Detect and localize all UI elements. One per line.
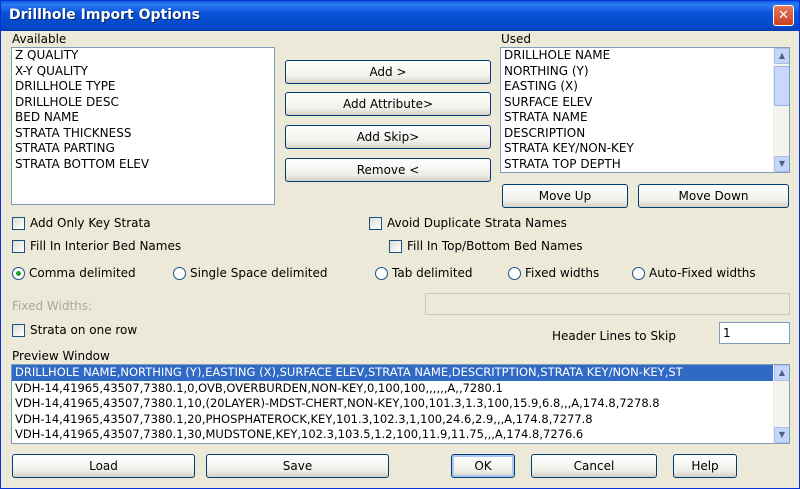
checkbox-icon <box>389 239 402 253</box>
scroll-up-icon[interactable]: ▲ <box>774 365 789 381</box>
list-item[interactable]: DESCRIPTION <box>501 126 773 142</box>
list-item[interactable]: Z QUALITY <box>12 48 274 64</box>
radio-auto-fixed-widths[interactable]: Auto-Fixed widths <box>632 266 756 280</box>
fill-interior-checkbox[interactable]: Fill In Interior Bed Names <box>12 239 181 253</box>
list-item[interactable]: STRATA BOTTOM ELEV <box>12 157 274 173</box>
radio-label: Auto-Fixed widths <box>649 266 756 280</box>
drillhole-import-dialog: Drillhole Import Options ✕ Available Z Q… <box>0 0 800 489</box>
list-item[interactable]: VDH-14,41965,43507,7380.1,30,MUDSTONE,KE… <box>12 427 773 443</box>
window-title: Drillhole Import Options <box>9 7 200 23</box>
checkbox-label: Avoid Duplicate Strata Names <box>387 216 567 230</box>
preview-listbox[interactable]: DRILLHOLE NAME,NORTHING (Y),EASTING (X),… <box>11 364 790 444</box>
radio-comma-delimited[interactable]: Comma delimited <box>12 266 136 280</box>
available-listbox[interactable]: Z QUALITY X-Y QUALITY DRILLHOLE TYPE DRILLH… <box>11 47 275 205</box>
checkbox-label: Fill In Interior Bed Names <box>30 239 182 253</box>
preview-window-label: Preview Window <box>12 349 110 363</box>
save-button[interactable]: Save <box>206 454 389 478</box>
list-item[interactable]: STRATA NAME <box>501 110 773 126</box>
scroll-down-icon[interactable]: ▼ <box>774 156 789 172</box>
ok-button[interactable]: OK <box>451 454 515 478</box>
cancel-button[interactable]: Cancel <box>531 454 657 478</box>
radio-label: Tab delimited <box>392 266 473 280</box>
help-button[interactable]: Help <box>673 454 737 478</box>
fixed-widths-input[interactable] <box>425 293 790 315</box>
list-item[interactable]: NORTHING (Y) <box>501 64 773 80</box>
radio-selected-icon <box>12 266 25 280</box>
checkbox-icon <box>369 216 382 230</box>
list-item[interactable]: STRATA PARTING <box>12 141 274 157</box>
radio-single-space[interactable]: Single Space delimited <box>173 266 327 280</box>
load-button[interactable]: Load <box>12 454 195 478</box>
radio-fixed-widths[interactable]: Fixed widths <box>508 266 599 280</box>
avoid-duplicate-checkbox[interactable]: Avoid Duplicate Strata Names <box>369 216 567 230</box>
fixed-widths-label: Fixed Widths: <box>12 299 93 313</box>
used-scrollbar[interactable]: ▲ ▼ <box>773 48 789 172</box>
preview-scrollbar[interactable]: ▲ ▼ <box>773 365 789 443</box>
checkbox-icon <box>12 323 25 337</box>
radio-label: Single Space delimited <box>190 266 328 280</box>
remove-button[interactable]: Remove < <box>285 158 491 182</box>
strata-one-row-checkbox[interactable]: Strata on one row <box>12 323 137 337</box>
available-label: Available <box>12 32 67 46</box>
list-item[interactable]: SURFACE ELEV <box>501 95 773 111</box>
header-lines-input[interactable]: 1 <box>719 322 790 344</box>
radio-label: Comma delimited <box>29 266 136 280</box>
radio-label: Fixed widths <box>525 266 600 280</box>
list-item[interactable]: STRATA KEY/NON-KEY <box>501 141 773 157</box>
list-item[interactable]: VDH-14,41965,43507,7380.1,20,PHOSPHATERO… <box>12 412 773 428</box>
list-item[interactable]: DRILLHOLE DESC <box>12 95 274 111</box>
checkbox-icon <box>12 239 25 253</box>
radio-icon <box>632 266 645 280</box>
used-label: Used <box>501 32 532 46</box>
move-up-button[interactable]: Move Up <box>502 184 628 208</box>
checkbox-label: Strata on one row <box>30 323 138 337</box>
list-item[interactable]: DRILLHOLE TYPE <box>12 79 274 95</box>
radio-icon <box>375 266 388 280</box>
list-item[interactable]: BED NAME <box>12 110 274 126</box>
list-item[interactable]: VDH-14,41965,43507,7380.1,0,OVB,OVERBURD… <box>12 381 773 397</box>
radio-tab-delimited[interactable]: Tab delimited <box>375 266 473 280</box>
add-only-key-strata-checkbox[interactable]: Add Only Key Strata <box>12 216 151 230</box>
list-item[interactable]: DRILLHOLE NAME <box>501 48 773 64</box>
list-item[interactable]: VDH-14,41965,43507,7380.1,10,(20LAYER)-M… <box>12 396 773 412</box>
radio-icon <box>173 266 186 280</box>
used-listbox[interactable]: DRILLHOLE NAME NORTHING (Y) EASTING (X) SUR… <box>500 47 790 173</box>
checkbox-label: Fill In Top/Bottom Bed Names <box>407 239 583 253</box>
list-item[interactable]: EASTING (X) <box>501 79 773 95</box>
add-attribute-button[interactable]: Add Attribute> <box>285 92 491 116</box>
fill-top-bottom-checkbox[interactable]: Fill In Top/Bottom Bed Names <box>389 239 583 253</box>
add-button[interactable]: Add > <box>285 60 491 84</box>
scroll-up-icon[interactable]: ▲ <box>774 48 789 64</box>
header-lines-label: Header Lines to Skip <box>552 329 676 343</box>
list-item[interactable]: STRATA THICKNESS <box>12 126 274 142</box>
list-item[interactable]: X-Y QUALITY <box>12 64 274 80</box>
move-down-button[interactable]: Move Down <box>638 184 789 208</box>
title-bar[interactable]: Drillhole Import Options ✕ <box>1 1 799 31</box>
radio-icon <box>508 266 521 280</box>
scroll-thumb[interactable] <box>774 66 789 106</box>
add-skip-button[interactable]: Add Skip> <box>285 125 491 149</box>
list-item[interactable]: STRATA TOP DEPTH <box>501 157 773 173</box>
checkbox-icon <box>12 216 25 230</box>
list-item[interactable]: DRILLHOLE NAME,NORTHING (Y),EASTING (X),… <box>12 365 773 381</box>
close-icon[interactable]: ✕ <box>773 5 794 26</box>
scroll-down-icon[interactable]: ▼ <box>774 427 789 443</box>
checkbox-label: Add Only Key Strata <box>30 216 151 230</box>
